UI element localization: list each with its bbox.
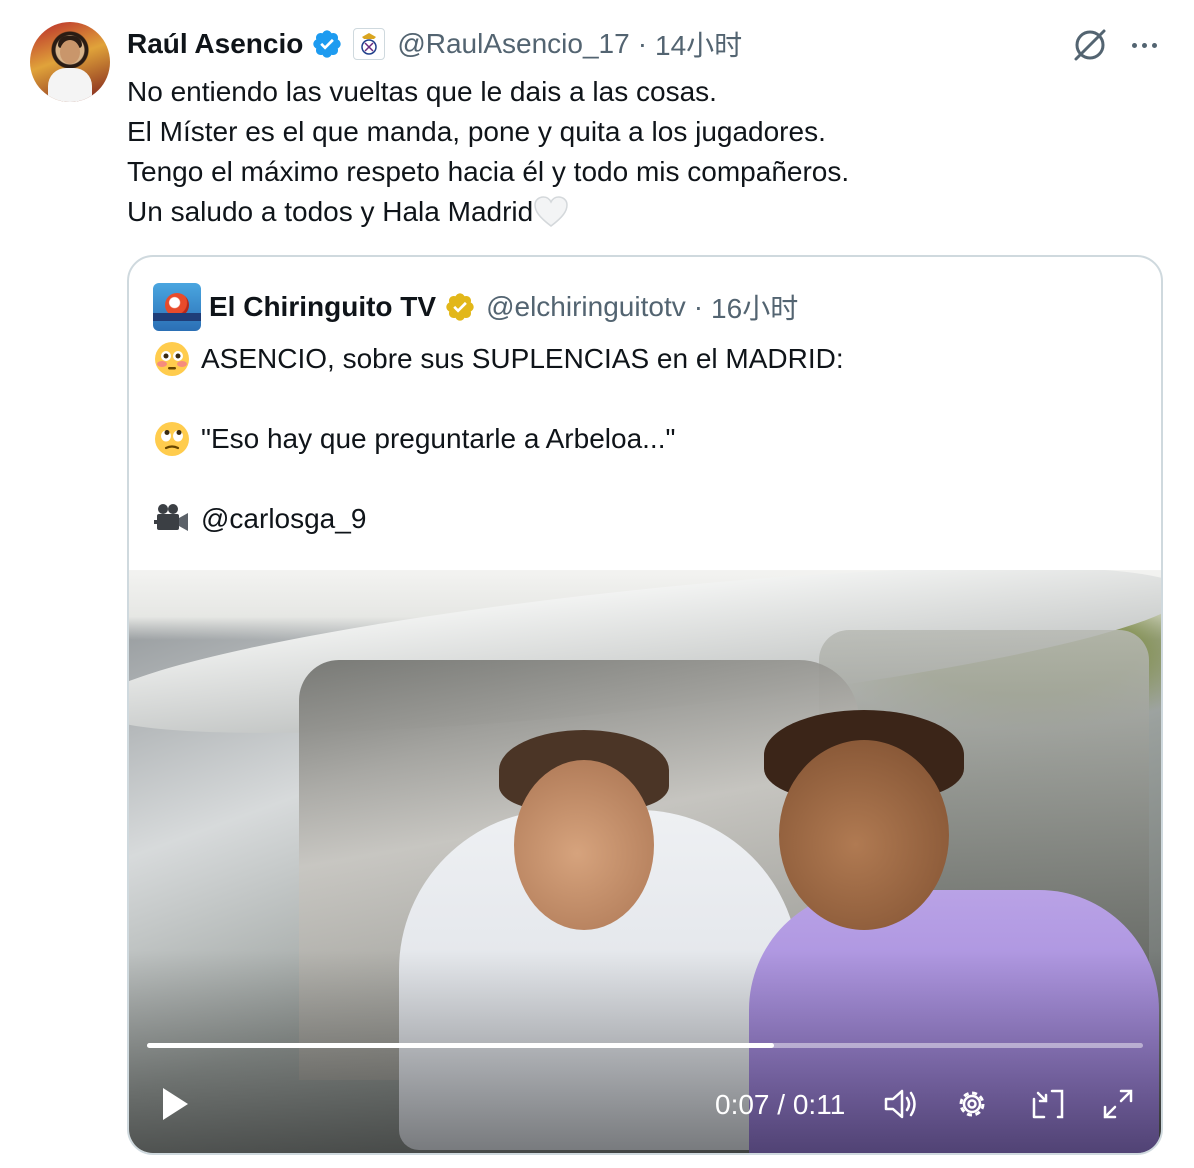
video-player[interactable]: 0:07 / 0:11 — [129, 570, 1161, 1153]
quote-author-avatar[interactable] — [153, 283, 201, 331]
white-heart-emoji — [534, 196, 568, 227]
play-button[interactable] — [155, 1080, 195, 1128]
verified-gold-icon — [446, 293, 474, 321]
tweet-line: El Míster es el que manda, pone y quita … — [127, 116, 826, 147]
tweet-line: Tengo el máximo respeto hacia él y todo … — [127, 156, 850, 187]
quote-line: "Eso hay que preguntarle a Arbeloa..." — [153, 419, 675, 459]
separator: · — [693, 291, 704, 322]
video-progress-bar[interactable] — [147, 1043, 1143, 1048]
duration: 0:11 — [792, 1089, 846, 1120]
fullscreen-icon — [1103, 1089, 1133, 1119]
quoted-tweet[interactable]: El Chiringuito TV @elchiringuitotv · 16小… — [127, 255, 1163, 1155]
quote-time[interactable]: 16小时 — [711, 287, 798, 327]
separator: · — [637, 28, 648, 59]
real-madrid-badge-icon — [353, 28, 386, 60]
video-camera-emoji — [154, 504, 188, 531]
play-icon — [163, 1088, 188, 1120]
tweet-line: No entiendo las vueltas que le dais a la… — [127, 76, 717, 107]
tweet-text: No entiendo las vueltas que le dais a la… — [127, 72, 1167, 232]
rolling-eyes-emoji — [155, 422, 189, 456]
quote-author-name[interactable]: El Chiringuito TV — [209, 291, 436, 323]
flushed-face-emoji — [155, 342, 189, 376]
pip-icon — [1032, 1089, 1064, 1119]
author-name[interactable]: Raúl Asencio — [127, 28, 303, 60]
current-time: 0:07 — [715, 1089, 770, 1120]
tweet-time[interactable]: 14小时 — [655, 24, 742, 64]
verified-blue-icon — [313, 30, 342, 58]
grok-icon[interactable] — [1071, 26, 1109, 64]
video-timecode: 0:07 / 0:11 — [715, 1082, 845, 1128]
tweet-line-last: Un saludo a todos y Hala Madrid — [127, 192, 1167, 232]
volume-button[interactable] — [879, 1080, 925, 1128]
gear-icon — [959, 1091, 985, 1117]
quote-line: ASENCIO, sobre sus SUPLENCIAS en el MADR… — [153, 339, 844, 379]
quote-line: @carlosga_9 — [153, 499, 366, 539]
more-icon[interactable] — [1124, 26, 1164, 64]
settings-button[interactable] — [949, 1080, 995, 1128]
quote-text: ASENCIO, sobre sus SUPLENCIAS en el MADR… — [201, 343, 844, 374]
fullscreen-button[interactable] — [1095, 1080, 1141, 1128]
volume-icon — [884, 1089, 916, 1119]
quote-header: El Chiringuito TV @elchiringuitotv · 16小… — [209, 285, 798, 329]
quote-mention[interactable]: @carlosga_9 — [201, 503, 366, 535]
tweet-header: Raúl Asencio @RaulAsencio_17 · 14小时 — [127, 24, 742, 64]
picture-in-picture-button[interactable] — [1025, 1080, 1071, 1128]
quote-text: "Eso hay que preguntarle a Arbeloa..." — [201, 423, 676, 454]
quote-author-handle[interactable]: @elchiringuitotv — [486, 291, 686, 323]
time-divider: / — [777, 1089, 786, 1120]
tweet-line: Un saludo a todos y Hala Madrid — [127, 196, 534, 227]
author-handle[interactable]: @RaulAsencio_17 — [397, 28, 629, 60]
author-avatar[interactable] — [30, 22, 110, 102]
video-progress-fill — [147, 1043, 775, 1048]
